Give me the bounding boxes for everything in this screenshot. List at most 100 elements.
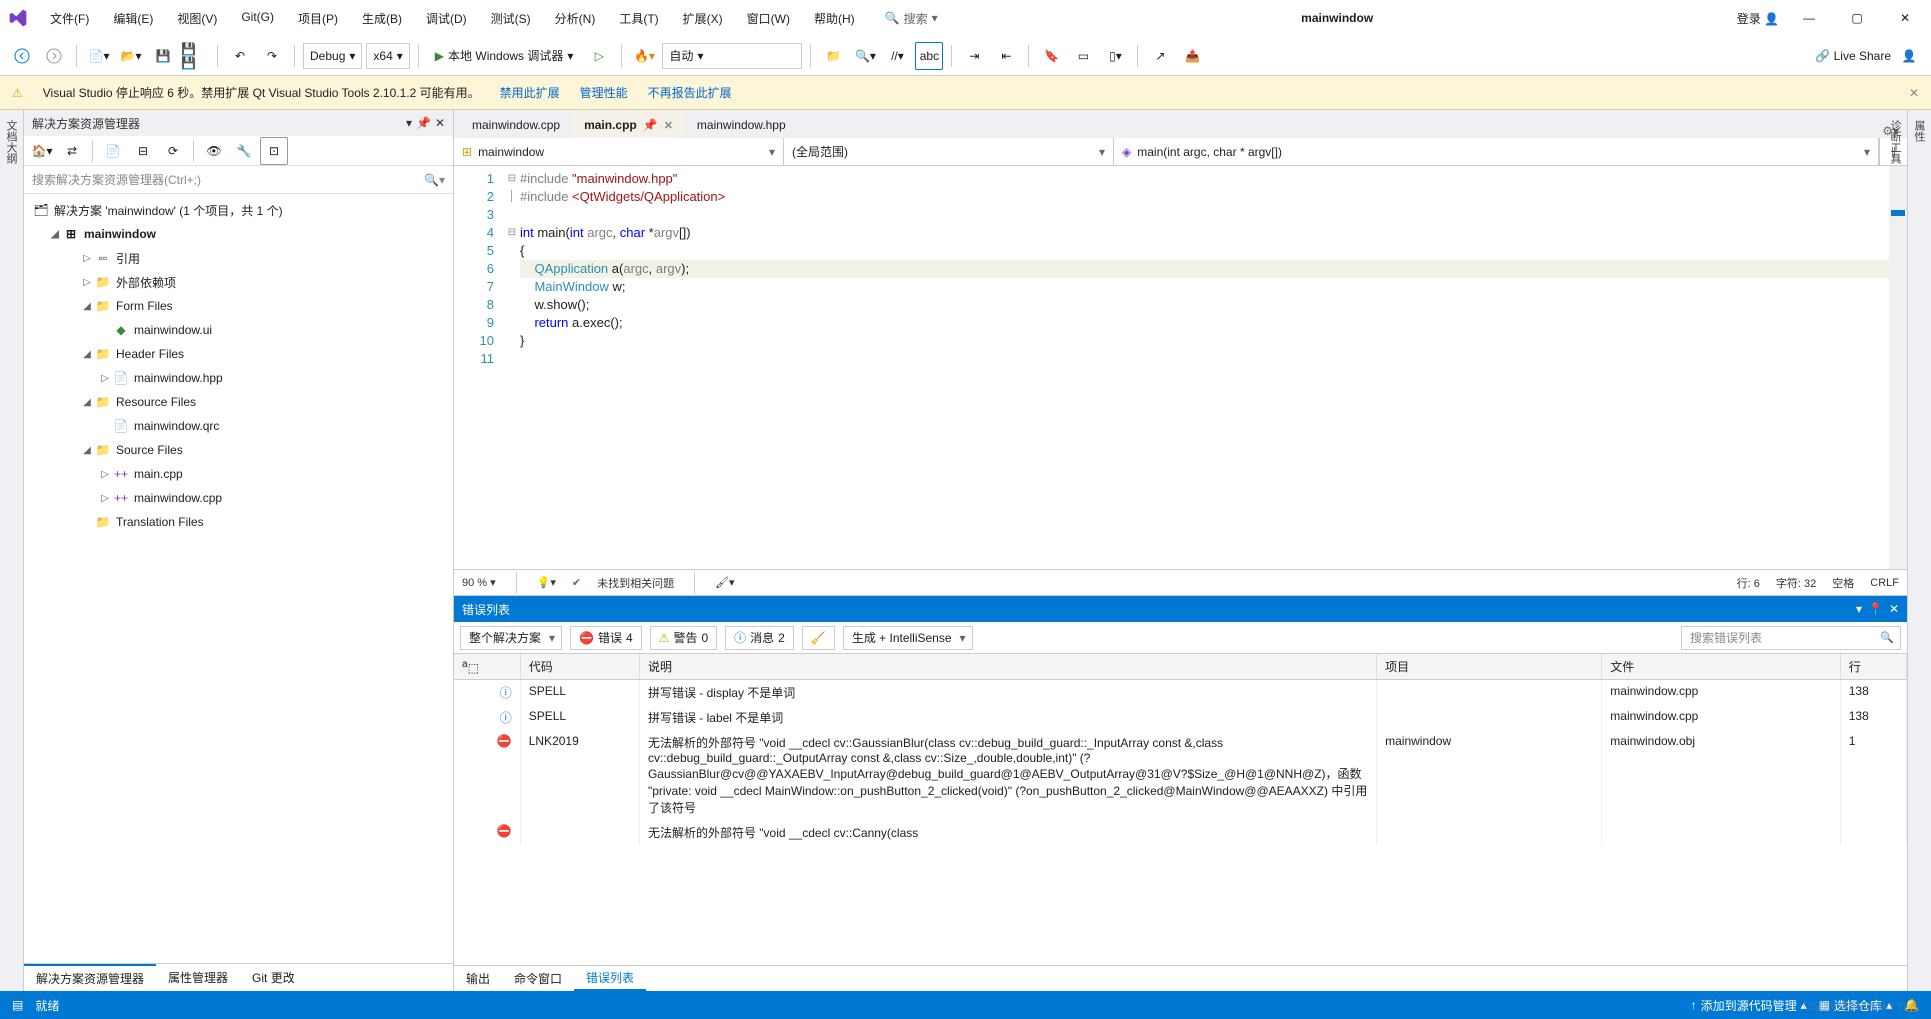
col-desc[interactable]: 说明: [639, 654, 1376, 680]
error-row[interactable]: ⛔LNK2019无法解析的外部符号 "void __cdecl cv::Gaus…: [454, 730, 1907, 820]
properties-button[interactable]: 🔧: [230, 137, 258, 165]
menu-view[interactable]: 视图(V): [167, 6, 227, 31]
error-row[interactable]: ⓘSPELL拼写错误 - label 不是单词mainwindow.cpp138: [454, 705, 1907, 730]
menu-analyze[interactable]: 分析(N): [545, 6, 606, 31]
expand-icon[interactable]: ◢: [80, 445, 94, 456]
manage-perf-link[interactable]: 管理性能: [580, 84, 628, 101]
mainwindow-hpp-node[interactable]: ▷📄mainwindow.hpp: [24, 366, 453, 390]
save-all-button[interactable]: 💾💾: [181, 42, 209, 70]
error-row[interactable]: ⛔无法解析的外部符号 "void __cdecl cv::Canny(class: [454, 820, 1907, 845]
collapse-button[interactable]: ⊟: [129, 137, 157, 165]
error-search[interactable]: 搜索错误列表: [1681, 626, 1901, 650]
close-icon[interactable]: ✕: [435, 116, 445, 130]
external-node[interactable]: ▷📁外部依赖项: [24, 270, 453, 294]
menu-edit[interactable]: 编辑(E): [103, 6, 163, 31]
dropdown-icon[interactable]: ▾: [406, 116, 412, 130]
expand-icon[interactable]: ▷: [98, 493, 112, 504]
undo-button[interactable]: ↶: [226, 42, 254, 70]
indent-button[interactable]: ⇥: [960, 42, 988, 70]
clear-filter-button[interactable]: 🧹: [802, 626, 835, 650]
login-button[interactable]: 登录 👤: [1737, 10, 1779, 27]
errors-filter[interactable]: ⛔错误 4: [570, 626, 642, 650]
menu-window[interactable]: 窗口(W): [737, 6, 800, 31]
col-code[interactable]: 代码: [520, 654, 639, 680]
redo-button[interactable]: ↷: [258, 42, 286, 70]
warnings-filter[interactable]: ⚠警告 0: [650, 626, 717, 650]
doc-button[interactable]: 📄: [99, 137, 127, 165]
folder-button[interactable]: 📁: [819, 42, 847, 70]
tab-mainwindow-cpp[interactable]: mainwindow.cpp: [460, 112, 572, 138]
minimize-button[interactable]: —: [1791, 3, 1827, 33]
output-icon[interactable]: ▤: [12, 998, 23, 1012]
tab-error-list[interactable]: 错误列表: [574, 966, 646, 991]
pin-icon[interactable]: 📍: [1868, 602, 1883, 616]
expand-icon[interactable]: ▷: [98, 469, 112, 480]
scrollbar[interactable]: [1889, 166, 1907, 569]
expand-icon[interactable]: ◢: [80, 349, 94, 360]
refs-node[interactable]: ▷▫▫引用: [24, 246, 453, 270]
menu-build[interactable]: 生成(B): [352, 6, 412, 31]
disable-extension-link[interactable]: 禁用此扩展: [500, 84, 560, 101]
admin-icon[interactable]: 👤: [1895, 42, 1923, 70]
context-combo[interactable]: (全局范围)▾: [784, 138, 1114, 165]
share-button[interactable]: 📤: [1178, 42, 1206, 70]
formfiles-node[interactable]: ◢📁Form Files: [24, 294, 453, 318]
config-dropdown[interactable]: Debug ▾: [303, 43, 362, 69]
translationfiles-node[interactable]: 📁Translation Files: [24, 510, 453, 534]
back-button[interactable]: [8, 42, 36, 70]
expand-icon[interactable]: ▷: [80, 253, 94, 264]
mainwindow-qrc-node[interactable]: 📄mainwindow.qrc: [24, 414, 453, 438]
save-button[interactable]: 💾: [149, 42, 177, 70]
brush-icon[interactable]: 🖌▾: [715, 576, 735, 589]
start-without-debug-button[interactable]: ▷: [585, 42, 613, 70]
headerfiles-node[interactable]: ◢📁Header Files: [24, 342, 453, 366]
platform-dropdown[interactable]: x64 ▾: [366, 43, 409, 69]
tab-main-cpp[interactable]: main.cpp 📌✕: [572, 112, 685, 138]
tab-command[interactable]: 命令窗口: [502, 966, 574, 991]
source-control-button[interactable]: ↑ 添加到源代码管理 ▴: [1691, 997, 1807, 1014]
auto-dropdown[interactable]: 自动 ▾: [662, 43, 802, 69]
tab-solution-explorer[interactable]: 解决方案资源管理器: [24, 964, 156, 991]
code-editor[interactable]: 1234567891011 ⊟│⊟ #include "mainwindow.h…: [454, 166, 1907, 569]
expand-icon[interactable]: ◢: [80, 397, 94, 408]
sourcefiles-node[interactable]: ◢📁Source Files: [24, 438, 453, 462]
dropdown-icon[interactable]: ▾: [1856, 602, 1862, 616]
mainwindow-cpp-node[interactable]: ▷++mainwindow.cpp: [24, 486, 453, 510]
guides-button[interactable]: ▯▾: [1101, 42, 1129, 70]
member-combo[interactable]: ◈main(int argc, char * argv[])▾: [1114, 138, 1879, 165]
title-search[interactable]: 🔍 搜索 ▾: [885, 10, 938, 27]
mainwindow-ui-node[interactable]: ◆mainwindow.ui: [24, 318, 453, 342]
char-info[interactable]: 字符: 32: [1776, 575, 1816, 591]
menu-git[interactable]: Git(G): [231, 6, 284, 31]
fold-gutter[interactable]: ⊟│⊟: [504, 166, 520, 569]
tab-mainwindow-hpp[interactable]: mainwindow.hpp: [685, 112, 798, 138]
menu-extensions[interactable]: 扩展(X): [673, 6, 733, 31]
notification-close-button[interactable]: ✕: [1909, 86, 1919, 100]
menu-project[interactable]: 项目(P): [288, 6, 348, 31]
left-tab-outline[interactable]: 文档大纲: [0, 110, 23, 991]
dont-report-link[interactable]: 不再报告此扩展: [648, 84, 732, 101]
resourcefiles-node[interactable]: ◢📁Resource Files: [24, 390, 453, 414]
expand-icon[interactable]: ▷: [98, 373, 112, 384]
close-tab-icon[interactable]: ✕: [664, 119, 673, 132]
indent-info[interactable]: 空格: [1832, 575, 1854, 591]
show-all-button[interactable]: 👁: [200, 137, 228, 165]
view-switch-button[interactable]: ⇄: [58, 137, 86, 165]
tab-output[interactable]: 输出: [454, 966, 502, 991]
build-filter-combo[interactable]: 生成 + IntelliSense: [843, 626, 973, 650]
forward-button[interactable]: [40, 42, 68, 70]
live-share-button[interactable]: 🔗 Live Share: [1815, 49, 1891, 63]
outdent-button[interactable]: ⇤: [992, 42, 1020, 70]
abc-button[interactable]: abc: [915, 42, 943, 70]
menu-file[interactable]: 文件(F): [40, 6, 99, 31]
maximize-button[interactable]: ▢: [1839, 3, 1875, 33]
menu-help[interactable]: 帮助(H): [804, 6, 865, 31]
solution-search[interactable]: 搜索解决方案资源管理器(Ctrl+;) 🔍▾: [24, 166, 453, 194]
repo-button[interactable]: ▦ 选择仓库 ▴: [1819, 997, 1892, 1014]
menu-test[interactable]: 测试(S): [481, 6, 541, 31]
right-tab-properties[interactable]: 属性: [1907, 110, 1931, 991]
tab-git-changes[interactable]: Git 更改: [240, 964, 307, 991]
expand-icon[interactable]: ◢: [48, 229, 62, 240]
nav-button[interactable]: ↗: [1146, 42, 1174, 70]
pin-icon[interactable]: 📌: [643, 118, 658, 132]
